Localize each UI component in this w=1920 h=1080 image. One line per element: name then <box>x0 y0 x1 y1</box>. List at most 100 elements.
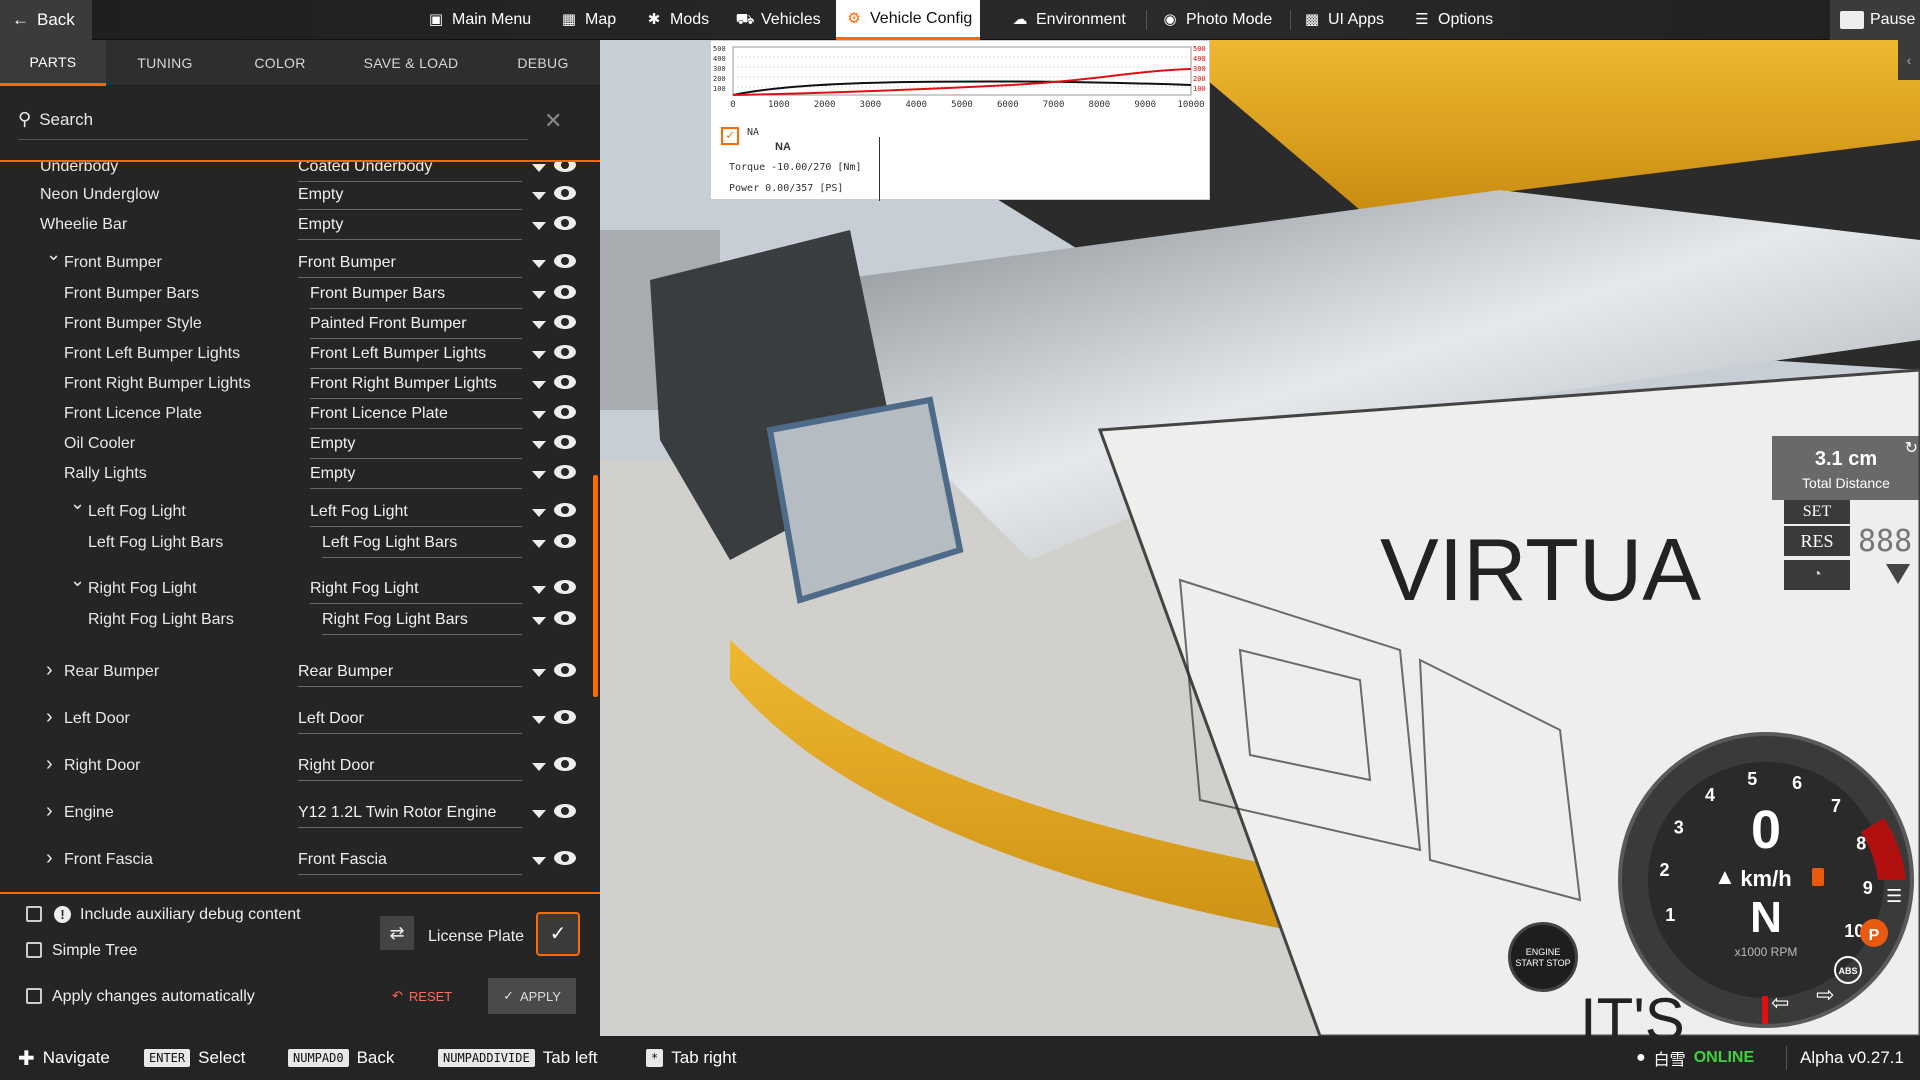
part-select[interactable]: Left Fog Light Bars <box>322 534 522 558</box>
graph-legend-checkbox[interactable]: ✓ <box>721 127 739 145</box>
chevron-down-icon[interactable] <box>532 586 546 594</box>
shuffle-button[interactable]: ⇄ <box>380 916 414 950</box>
part-select[interactable]: Front Licence Plate <box>310 405 522 429</box>
chevron-down-icon[interactable]: ⌄ <box>46 244 61 265</box>
part-row[interactable]: › Rear Bumper Rear Bumper <box>0 657 590 687</box>
part-row[interactable]: ⌄ Front Bumper Front Bumper <box>0 244 590 278</box>
chevron-down-icon[interactable]: ⌄ <box>70 570 85 591</box>
chevron-right-icon[interactable]: › <box>46 753 53 776</box>
search-input[interactable]: ⚲ Search <box>18 100 528 140</box>
vehicles-button[interactable]: ⛟ Vehicles <box>727 0 829 40</box>
chevron-down-icon[interactable] <box>532 669 546 677</box>
part-row[interactable]: Front Bumper Bars Front Bumper Bars <box>0 279 590 309</box>
eye-icon[interactable] <box>554 405 576 419</box>
tab-debug[interactable]: DEBUG <box>486 40 600 86</box>
part-select[interactable]: Painted Front Bumper <box>310 315 522 339</box>
chevron-down-icon[interactable] <box>532 857 546 865</box>
eye-icon[interactable] <box>554 315 576 329</box>
refresh-icon[interactable]: ↻ <box>1905 438 1918 458</box>
ui-apps-button[interactable]: ▩ UI Apps <box>1294 0 1392 40</box>
part-select[interactable]: Rear Bumper <box>298 663 522 687</box>
chevron-down-icon[interactable] <box>532 716 546 724</box>
tab-save-load[interactable]: SAVE & LOAD <box>336 40 486 86</box>
chevron-down-icon[interactable] <box>532 810 546 818</box>
part-row[interactable]: ⌄ Right Fog Light Right Fog Light <box>0 570 590 604</box>
part-row[interactable]: Rally Lights Empty <box>0 459 590 489</box>
eye-icon[interactable] <box>554 580 576 594</box>
tab-color[interactable]: COLOR <box>224 40 336 86</box>
eye-icon[interactable] <box>554 611 576 625</box>
part-select[interactable]: Front Right Bumper Lights <box>310 375 522 399</box>
chevron-down-icon[interactable] <box>532 291 546 299</box>
environment-button[interactable]: ☁ Environment <box>1002 0 1134 40</box>
chevron-down-icon[interactable] <box>532 222 546 230</box>
cruise-down-icon[interactable] <box>1886 564 1910 584</box>
eye-icon[interactable] <box>554 757 576 771</box>
collapse-arrow-icon[interactable]: ‹ <box>1898 40 1920 80</box>
chevron-down-icon[interactable] <box>532 441 546 449</box>
tab-parts[interactable]: PARTS <box>0 40 106 86</box>
part-select[interactable]: Empty <box>310 435 522 459</box>
part-select[interactable]: Empty <box>298 216 522 240</box>
chevron-right-icon[interactable]: › <box>46 706 53 729</box>
chevron-right-icon[interactable]: › <box>46 800 53 823</box>
eye-icon[interactable] <box>554 186 576 200</box>
simple-tree-checkbox[interactable] <box>26 942 42 958</box>
part-select[interactable]: Coated Underbody <box>298 162 522 182</box>
part-row[interactable]: › Right Door Right Door <box>0 751 590 781</box>
part-row[interactable]: › Engine Y12 1.2L Twin Rotor Engine <box>0 798 590 828</box>
part-row[interactable]: Front Licence Plate Front Licence Plate <box>0 399 590 429</box>
eye-icon[interactable] <box>554 254 576 268</box>
eye-icon[interactable] <box>554 162 576 172</box>
eye-icon[interactable] <box>554 216 576 230</box>
eye-icon[interactable] <box>554 710 576 724</box>
photo-mode-button[interactable]: ◉ Photo Mode <box>1152 0 1280 40</box>
speedometer-icon[interactable]: ◔ <box>1784 560 1850 590</box>
chevron-down-icon[interactable] <box>532 411 546 419</box>
mods-button[interactable]: ✱ Mods <box>636 0 717 40</box>
reset-button[interactable]: ↶ RESET <box>392 988 452 1004</box>
part-select[interactable]: Empty <box>310 465 522 489</box>
chevron-down-icon[interactable] <box>532 381 546 389</box>
map-button[interactable]: ▦ Map <box>551 0 624 40</box>
part-row[interactable]: Left Fog Light Bars Left Fog Light Bars <box>0 528 590 558</box>
chevron-down-icon[interactable] <box>532 509 546 517</box>
res-button[interactable]: RES <box>1784 526 1850 556</box>
back-button[interactable]: ← Back <box>0 0 92 40</box>
eye-icon[interactable] <box>554 503 576 517</box>
part-row[interactable]: Front Right Bumper Lights Front Right Bum… <box>0 369 590 399</box>
part-select[interactable]: Empty <box>298 186 522 210</box>
chevron-down-icon[interactable] <box>532 321 546 329</box>
tab-tuning[interactable]: TUNING <box>106 40 224 86</box>
eye-icon[interactable] <box>554 465 576 479</box>
part-row[interactable]: Right Fog Light Bars Right Fog Light Bars <box>0 605 590 635</box>
eye-icon[interactable] <box>554 375 576 389</box>
apply-auto-checkbox[interactable] <box>26 988 42 1004</box>
vehicle-config-button[interactable]: ⚙ Vehicle Config <box>836 0 981 40</box>
chevron-down-icon[interactable] <box>532 617 546 625</box>
eye-icon[interactable] <box>554 345 576 359</box>
part-row[interactable]: Wheelie Bar Empty <box>0 210 590 240</box>
part-row[interactable]: Front Bumper Style Painted Front Bumper <box>0 309 590 339</box>
eye-icon[interactable] <box>554 851 576 865</box>
part-select[interactable]: Right Fog Light <box>310 580 522 604</box>
license-plate-checkbox[interactable]: ✓ <box>536 912 580 956</box>
part-row[interactable]: Oil Cooler Empty <box>0 429 590 459</box>
eye-icon[interactable] <box>554 285 576 299</box>
eye-icon[interactable] <box>554 435 576 449</box>
pause-button[interactable]: Pause <box>1830 0 1920 40</box>
apply-button[interactable]: ✓ APPLY <box>488 978 576 1014</box>
chevron-down-icon[interactable] <box>532 164 546 172</box>
part-row[interactable]: Neon Underglow Empty <box>0 180 590 210</box>
chevron-right-icon[interactable]: › <box>46 659 53 682</box>
eye-icon[interactable] <box>554 804 576 818</box>
eye-icon[interactable] <box>554 534 576 548</box>
options-button[interactable]: ☰ Options <box>1404 0 1501 40</box>
chevron-down-icon[interactable] <box>532 471 546 479</box>
aux-debug-checkbox[interactable] <box>26 906 42 922</box>
part-row[interactable]: ⌄ Left Fog Light Left Fog Light <box>0 493 590 527</box>
part-row[interactable]: Underbody Coated Underbody <box>0 162 590 182</box>
set-button[interactable]: SET <box>1784 500 1850 524</box>
scrollbar[interactable] <box>593 475 598 697</box>
part-select[interactable]: Front Bumper Bars <box>310 285 522 309</box>
